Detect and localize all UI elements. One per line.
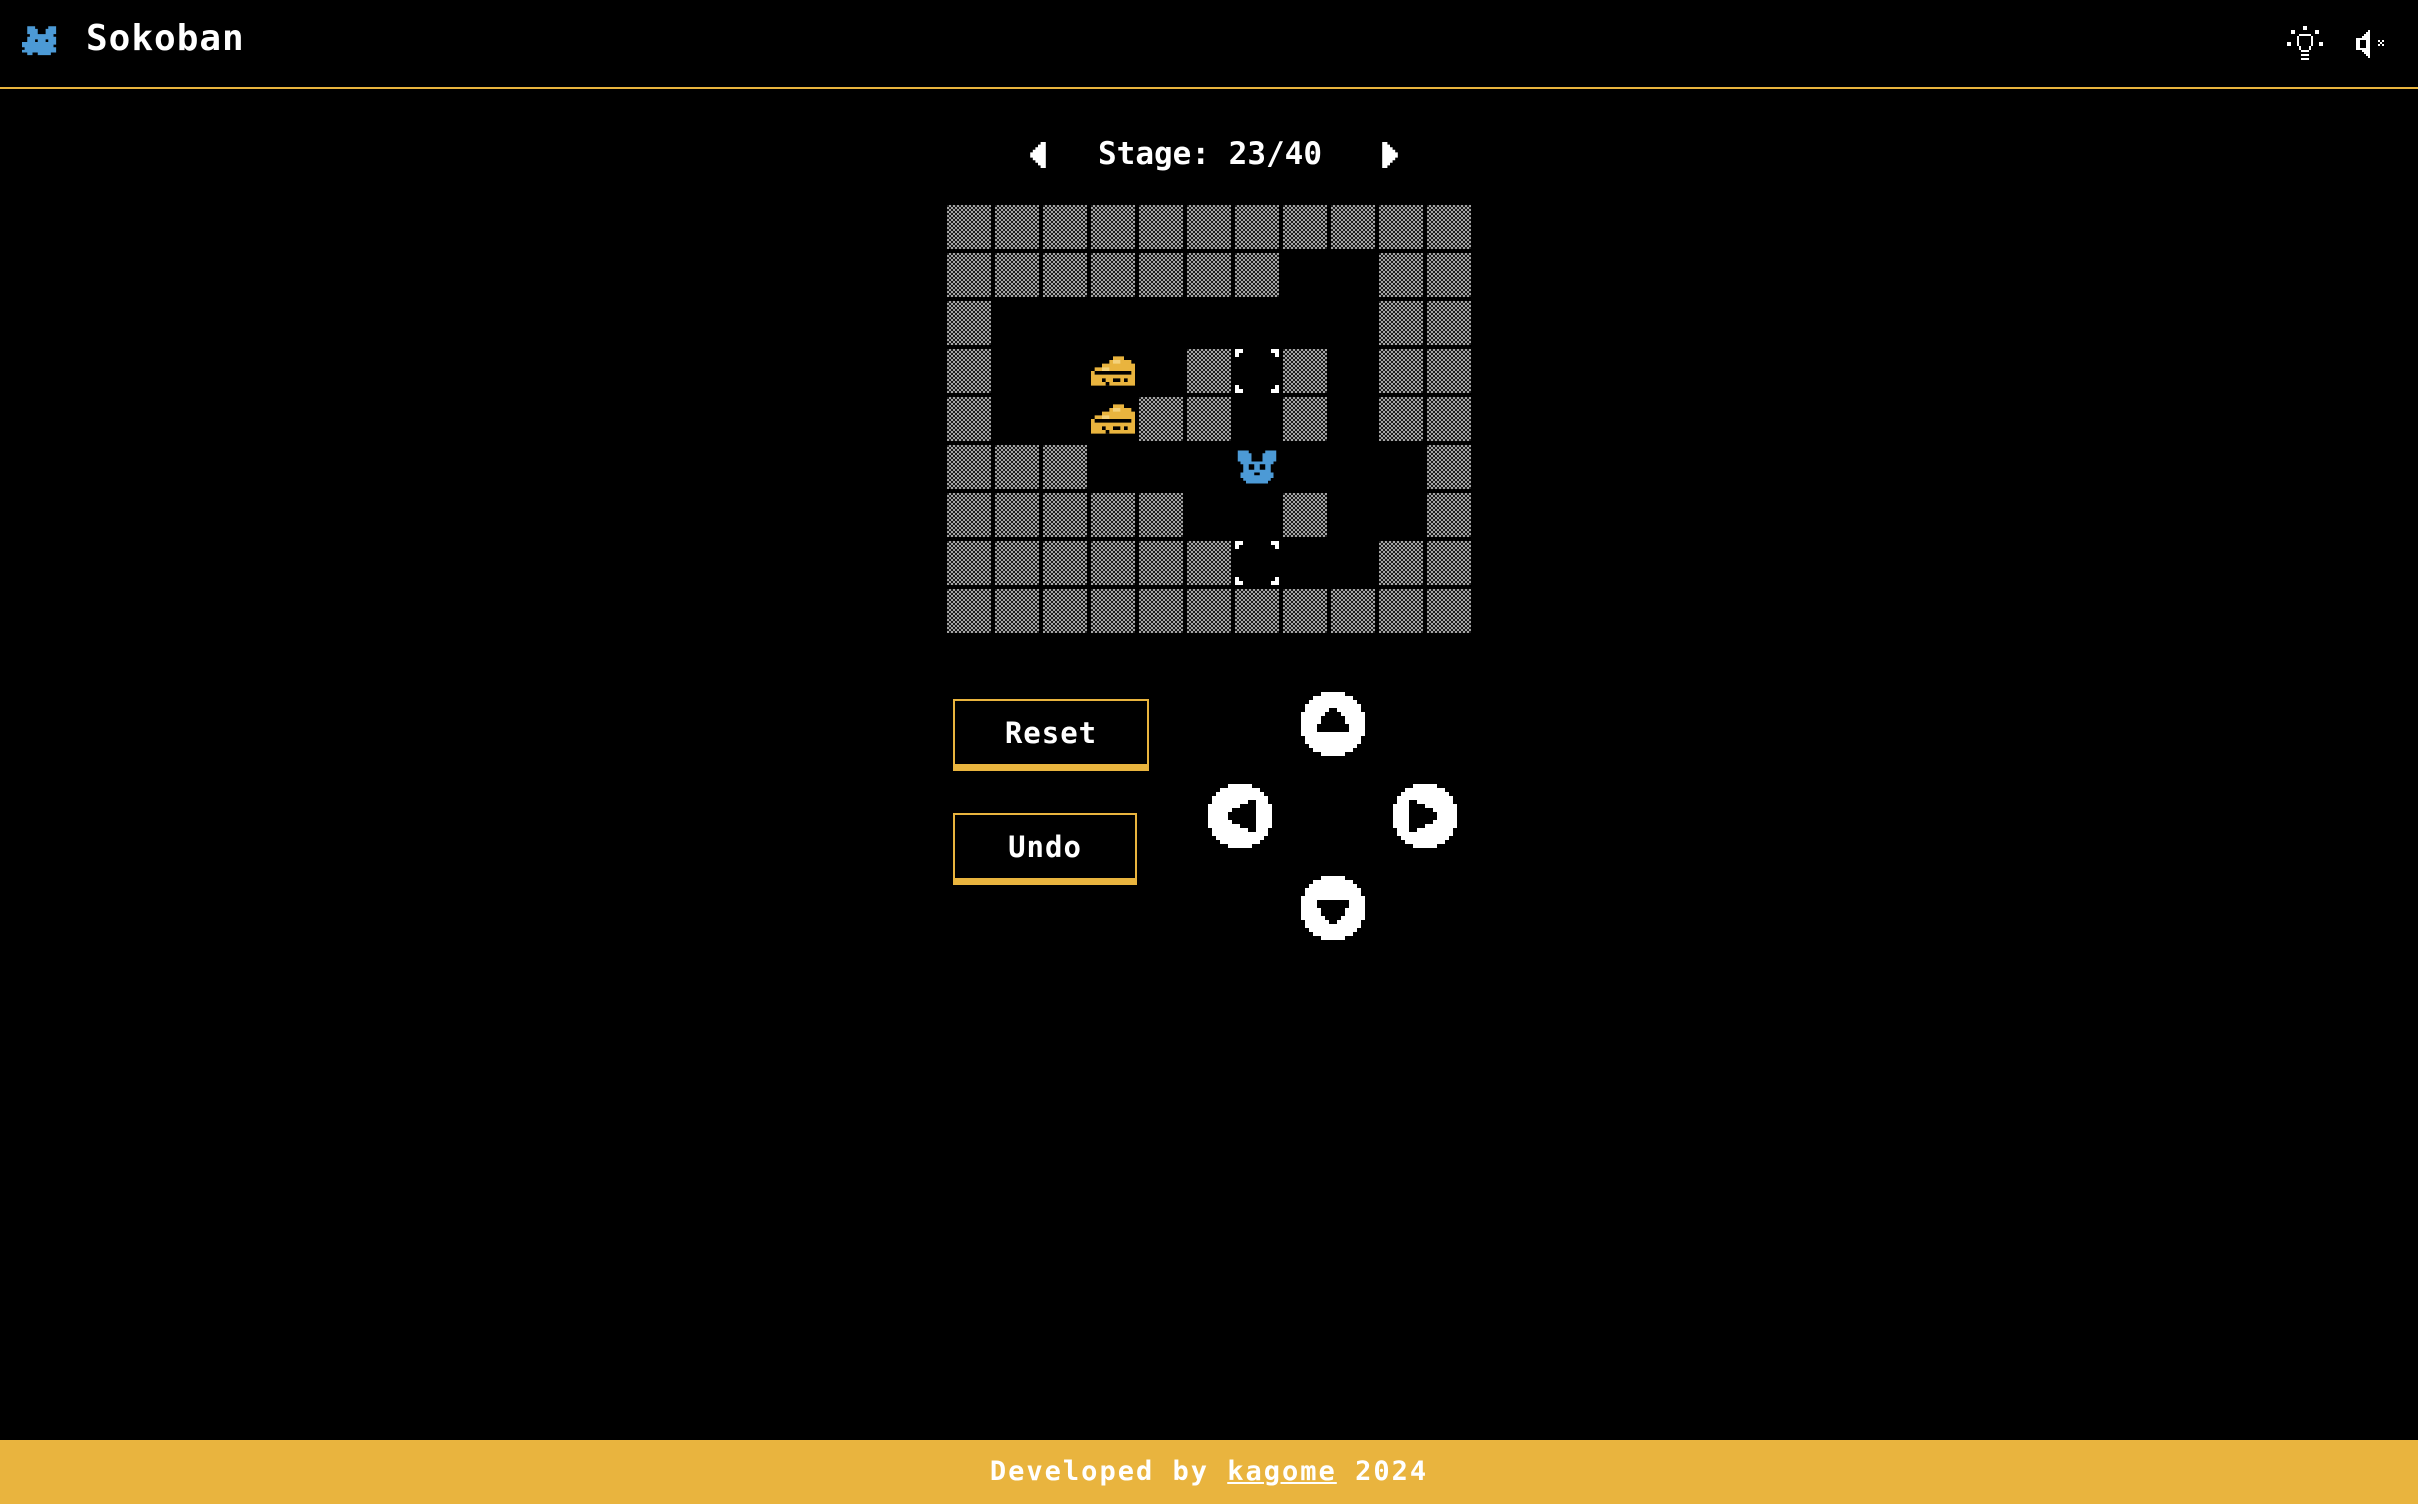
reset-button[interactable]: Reset — [953, 699, 1149, 771]
wall-tile — [1091, 253, 1135, 297]
wall-tile — [947, 589, 991, 633]
player-mouse-icon — [1235, 445, 1279, 489]
footer-year: 2024 — [1355, 1456, 1429, 1487]
goal-target — [1235, 349, 1279, 393]
wall-tile — [1187, 253, 1231, 297]
wall-tile — [995, 205, 1039, 249]
wall-tile — [1187, 349, 1231, 393]
cheese-icon — [1091, 397, 1135, 441]
wall-tile — [947, 541, 991, 585]
wall-tile — [995, 589, 1039, 633]
stage-navigator: Stage: 23/40 — [1010, 130, 1410, 180]
caret-right-icon[interactable] — [1378, 142, 1402, 168]
wall-tile — [1139, 205, 1183, 249]
wall-tile — [1379, 205, 1423, 249]
arrow-right-icon[interactable] — [1393, 784, 1457, 848]
wall-tile — [947, 445, 991, 489]
speaker-muted-icon[interactable] — [2352, 24, 2392, 64]
wall-tile — [1427, 445, 1471, 489]
wall-tile — [1091, 493, 1135, 537]
wall-tile — [1379, 349, 1423, 393]
wall-tile — [1427, 493, 1471, 537]
wall-tile — [995, 253, 1039, 297]
wall-tile — [995, 541, 1039, 585]
wall-tile — [1283, 397, 1327, 441]
lightbulb-icon[interactable] — [2285, 24, 2325, 64]
wall-tile — [1043, 205, 1087, 249]
undo-button[interactable]: Undo — [953, 813, 1137, 885]
wall-tile — [947, 301, 991, 345]
wall-tile — [1043, 493, 1087, 537]
wall-tile — [1043, 589, 1087, 633]
wall-tile — [1379, 301, 1423, 345]
app-title: Sokoban — [86, 18, 245, 59]
wall-tile — [1379, 253, 1423, 297]
wall-tile — [1379, 589, 1423, 633]
wall-tile — [1427, 349, 1471, 393]
wall-tile — [1283, 493, 1327, 537]
wall-tile — [1379, 397, 1423, 441]
wall-tile — [1139, 253, 1183, 297]
wall-tile — [1139, 397, 1183, 441]
footer: Developed by kagome 2024 — [0, 1440, 2418, 1504]
wall-tile — [1187, 589, 1231, 633]
wall-tile — [1427, 397, 1471, 441]
arrow-down-icon[interactable] — [1301, 876, 1365, 940]
wall-tile — [1139, 589, 1183, 633]
wall-tile — [947, 349, 991, 393]
wall-tile — [1091, 541, 1135, 585]
wall-tile — [1187, 541, 1231, 585]
wall-tile — [1331, 205, 1375, 249]
wall-tile — [947, 253, 991, 297]
wall-tile — [1235, 253, 1279, 297]
wall-tile — [1187, 205, 1231, 249]
app-header: Sokoban — [0, 0, 2418, 89]
wall-tile — [947, 397, 991, 441]
wall-tile — [1187, 397, 1231, 441]
wall-tile — [1331, 589, 1375, 633]
wall-tile — [1427, 301, 1471, 345]
wall-tile — [947, 205, 991, 249]
wall-tile — [1139, 493, 1183, 537]
wall-tile — [995, 493, 1039, 537]
wall-tile — [947, 493, 991, 537]
wall-tile — [1043, 445, 1087, 489]
wall-tile — [1043, 541, 1087, 585]
cheese-icon — [1091, 349, 1135, 393]
wall-tile — [1283, 349, 1327, 393]
wall-tile — [1235, 589, 1279, 633]
wall-tile — [1427, 205, 1471, 249]
author-link[interactable]: kagome — [1227, 1456, 1337, 1487]
arrow-up-icon[interactable] — [1301, 692, 1365, 756]
wall-tile — [1379, 541, 1423, 585]
game-board — [947, 205, 1473, 635]
wall-tile — [1427, 541, 1471, 585]
goal-target — [1235, 541, 1279, 585]
wall-tile — [1235, 205, 1279, 249]
wall-tile — [1283, 589, 1327, 633]
wall-tile — [1043, 253, 1087, 297]
wall-tile — [1091, 589, 1135, 633]
wall-tile — [1283, 205, 1327, 249]
wall-tile — [1427, 589, 1471, 633]
footer-prefix: Developed by — [989, 1456, 1209, 1487]
arrow-left-icon[interactable] — [1208, 784, 1272, 848]
wall-tile — [1091, 205, 1135, 249]
wall-tile — [1139, 541, 1183, 585]
mouse-icon — [22, 26, 57, 56]
stage-label: Stage: 23/40 — [1098, 136, 1322, 172]
wall-tile — [1427, 253, 1471, 297]
wall-tile — [995, 445, 1039, 489]
